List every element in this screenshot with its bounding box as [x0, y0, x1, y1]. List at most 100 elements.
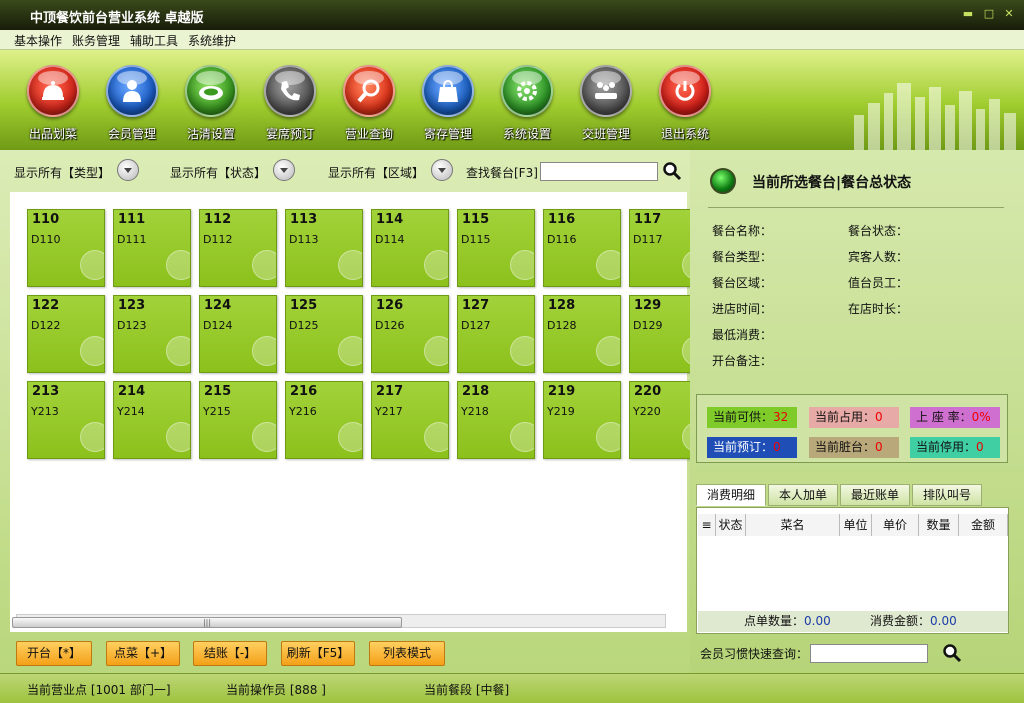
- table-number: 123: [118, 298, 146, 313]
- table-tile[interactable]: 128 D128: [543, 295, 621, 373]
- table-code: Y216: [289, 405, 317, 418]
- table-watermark-icon: [596, 336, 620, 366]
- column-header[interactable]: 状态: [716, 514, 746, 536]
- menu-basic-ops[interactable]: 基本操作: [14, 32, 62, 49]
- menu-tools[interactable]: 辅助工具: [130, 32, 178, 49]
- tab-my-orders[interactable]: 本人加单: [768, 484, 838, 506]
- magnifier-icon: [343, 65, 395, 117]
- list-mode-button[interactable]: 列表模式: [369, 641, 445, 666]
- table-watermark-icon: [596, 250, 620, 280]
- column-header[interactable]: 单位: [840, 514, 872, 536]
- table-tile[interactable]: 215 Y215: [199, 381, 277, 459]
- stat-occupied: 当前占用：0: [809, 407, 899, 428]
- toolbar-system-settings[interactable]: 系统设置: [492, 62, 562, 146]
- table-watermark-icon: [252, 422, 276, 452]
- title-bar: 中顶餐饮前台营业系统 卓越版 ▬ □ ✕: [0, 0, 1024, 30]
- toolbar-storage-management[interactable]: 寄存管理: [413, 62, 483, 146]
- column-header[interactable]: 单价: [872, 514, 919, 536]
- gear-icon: [501, 65, 553, 117]
- table-watermark-icon: [338, 336, 362, 366]
- table-tile[interactable]: 218 Y218: [457, 381, 535, 459]
- table-number: 220: [634, 384, 662, 399]
- table-number: 213: [32, 384, 60, 399]
- table-tile[interactable]: 214 Y214: [113, 381, 191, 459]
- checkout-button[interactable]: 结账【-】: [193, 641, 267, 666]
- toolbar-banquet-booking[interactable]: 宴席预订: [255, 62, 325, 146]
- tab-consumption-detail[interactable]: 消费明细: [696, 484, 766, 506]
- column-header[interactable]: 菜名: [746, 514, 840, 536]
- search-icon[interactable]: [942, 643, 962, 663]
- table-tile[interactable]: 113 D113: [285, 209, 363, 287]
- power-icon: [659, 65, 711, 117]
- status-filter-label[interactable]: 显示所有【状态】: [170, 164, 266, 181]
- column-header[interactable]: 金额: [959, 514, 1008, 536]
- member-query-input[interactable]: [810, 644, 928, 663]
- table-search-input[interactable]: [540, 162, 658, 181]
- table-number: 217: [376, 384, 404, 399]
- search-icon[interactable]: [662, 161, 682, 181]
- table-watermark-icon: [510, 336, 534, 366]
- table-tile[interactable]: 110 D110: [27, 209, 105, 287]
- toolbar-shift-handover[interactable]: 交班管理: [571, 62, 641, 146]
- toolbar-member-management[interactable]: 会员管理: [97, 62, 167, 146]
- table-watermark-icon: [166, 250, 190, 280]
- type-filter-label[interactable]: 显示所有【类型】: [14, 164, 110, 181]
- table-number: 128: [548, 298, 576, 313]
- table-number: 115: [462, 212, 490, 227]
- table-tile[interactable]: 115 D115: [457, 209, 535, 287]
- table-tile[interactable]: 111 D111: [113, 209, 191, 287]
- table-tile[interactable]: 127 D127: [457, 295, 535, 373]
- status-bar: 当前营业点 [1001 部门一] 当前操作员 [888 ] 当前餐段 [中餐]: [0, 673, 1024, 703]
- order-count: 点单数量：0.00: [744, 614, 831, 628]
- stay-duration-label: 在店时长：: [848, 302, 909, 316]
- scrollbar-thumb[interactable]: |||: [12, 617, 402, 628]
- open-table-button[interactable]: 开台【*】: [16, 641, 92, 666]
- table-tile[interactable]: 122 D122: [27, 295, 105, 373]
- menu-accounts[interactable]: 账务管理: [72, 32, 120, 49]
- table-tile[interactable]: 217 Y217: [371, 381, 449, 459]
- row-menu-icon[interactable]: ≡: [698, 514, 716, 536]
- area-dropdown-button[interactable]: [431, 159, 453, 181]
- toolbar-label: 出品划菜: [28, 127, 77, 141]
- table-tile[interactable]: 114 D114: [371, 209, 449, 287]
- meal-period: 当前餐段 [中餐]: [424, 683, 510, 697]
- tab-queue-call[interactable]: 排队叫号: [912, 484, 982, 506]
- menu-maintenance[interactable]: 系统维护: [188, 32, 236, 49]
- table-tile[interactable]: 126 D126: [371, 295, 449, 373]
- table-number: 113: [290, 212, 318, 227]
- table-code: D113: [289, 233, 319, 246]
- table-tile[interactable]: 123 D123: [113, 295, 191, 373]
- table-watermark-icon: [338, 422, 362, 452]
- status-panel: 当前所选餐台|餐台总状态 餐台名称： 餐台状态： 餐台类型： 宾客人数： 餐台区…: [690, 150, 1024, 673]
- toolbar-dish-dispatch[interactable]: 出品划菜: [18, 62, 88, 146]
- table-tile[interactable]: 219 Y219: [543, 381, 621, 459]
- table-tile[interactable]: 112 D112: [199, 209, 277, 287]
- bag-icon: [422, 65, 474, 117]
- close-icon[interactable]: ✕: [1003, 8, 1015, 20]
- table-watermark-icon: [596, 422, 620, 452]
- table-tile[interactable]: 216 Y216: [285, 381, 363, 459]
- stat-disabled: 当前停用：0: [910, 437, 1000, 458]
- maximize-icon[interactable]: □: [983, 8, 995, 20]
- type-dropdown-button[interactable]: [117, 159, 139, 181]
- table-tile[interactable]: 124 D124: [199, 295, 277, 373]
- toolbar-sold-out-settings[interactable]: 沽清设置: [176, 62, 246, 146]
- tab-recent-bills[interactable]: 最近账单: [840, 484, 910, 506]
- table-tile[interactable]: 116 D116: [543, 209, 621, 287]
- order-dish-button[interactable]: 点菜【+】: [106, 641, 180, 666]
- table-number: 114: [376, 212, 404, 227]
- table-watermark-icon: [510, 422, 534, 452]
- status-dropdown-button[interactable]: [273, 159, 295, 181]
- toolbar-business-query[interactable]: 营业查询: [334, 62, 404, 146]
- toolbar-exit-system[interactable]: 退出系统: [650, 62, 720, 146]
- table-tile[interactable]: 125 D125: [285, 295, 363, 373]
- table-number: 218: [462, 384, 490, 399]
- refresh-button[interactable]: 刷新【F5】: [281, 641, 355, 666]
- table-tile[interactable]: 213 Y213: [27, 381, 105, 459]
- area-filter-label[interactable]: 显示所有【区域】: [328, 164, 424, 181]
- table-code: Y220: [633, 405, 661, 418]
- column-header[interactable]: 数量: [919, 514, 959, 536]
- table-number: 214: [118, 384, 146, 399]
- minimize-icon[interactable]: ▬: [962, 8, 974, 20]
- toolbar-label: 沽清设置: [186, 127, 235, 141]
